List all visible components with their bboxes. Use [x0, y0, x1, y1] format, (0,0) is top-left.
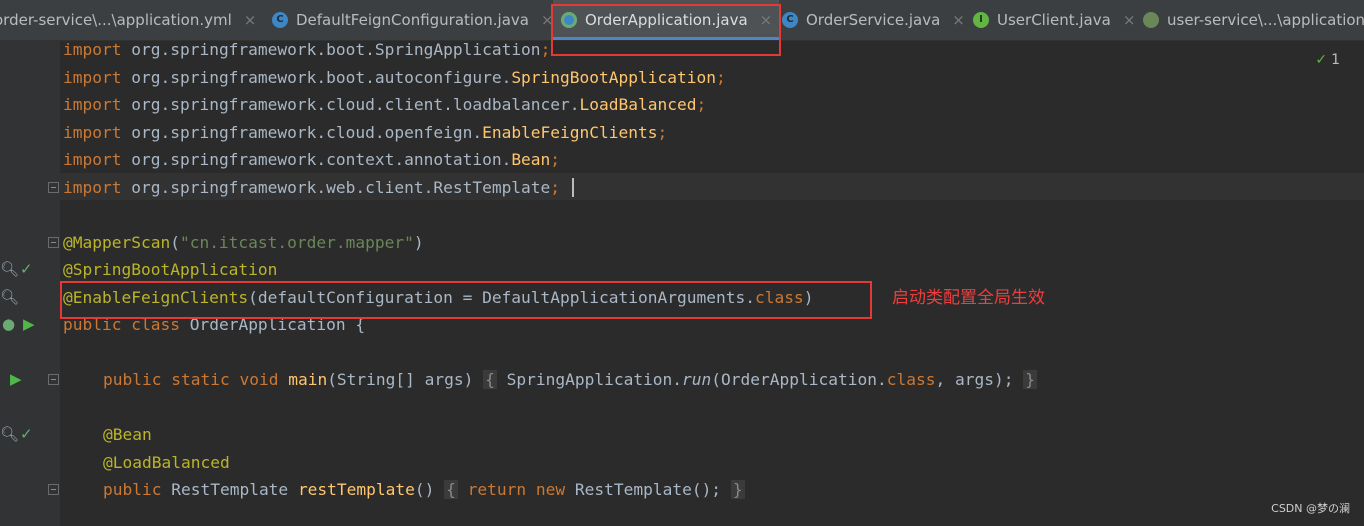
- code-line[interactable]: import org.springframework.boot.autoconf…: [63, 66, 726, 90]
- run-icon[interactable]: ▶: [10, 372, 22, 387]
- code-line[interactable]: import org.springframework.cloud.openfei…: [63, 121, 667, 145]
- close-tab-icon[interactable]: ×: [760, 11, 773, 29]
- close-tab-icon[interactable]: ×: [244, 11, 257, 29]
- code-line[interactable]: @EnableFeignClients(defaultConfiguration…: [63, 286, 813, 310]
- spring-bean-icon[interactable]: ✓: [20, 262, 33, 277]
- fold-marker[interactable]: [48, 484, 59, 495]
- code-line[interactable]: import org.springframework.web.client.Re…: [63, 176, 560, 200]
- tab-label: DefaultFeignConfiguration.java: [296, 11, 529, 29]
- code-line[interactable]: @LoadBalanced: [103, 451, 230, 475]
- inspection-count: 1: [1331, 52, 1340, 68]
- tab-order-service[interactable]: C OrderService.java ×: [782, 0, 965, 40]
- tab-label: OrderService.java: [806, 11, 941, 29]
- code-line[interactable]: @MapperScan("cn.itcast.order.mapper"): [63, 231, 424, 255]
- spring-boot-class-icon: [561, 12, 577, 28]
- fold-marker[interactable]: [48, 182, 59, 193]
- editor-tab-bar: order-service\...\application.yml × C De…: [0, 0, 1364, 41]
- fold-marker[interactable]: [48, 374, 59, 385]
- interface-icon: I: [973, 12, 989, 28]
- code-line[interactable]: public static void main(String[] args) {…: [103, 368, 1037, 392]
- inspection-widget[interactable]: ✓ 1: [1315, 52, 1340, 68]
- code-line[interactable]: import org.springframework.cloud.client.…: [63, 93, 706, 117]
- check-icon: ✓: [1315, 52, 1328, 68]
- text-caret: [572, 178, 574, 197]
- fold-marker[interactable]: [48, 237, 59, 248]
- close-tab-icon[interactable]: ×: [1123, 11, 1136, 29]
- tab-order-application[interactable]: OrderApplication.java ×: [553, 0, 779, 40]
- code-line[interactable]: import org.springframework.context.annot…: [63, 148, 560, 172]
- class-icon: C: [782, 12, 798, 28]
- class-icon: C: [272, 12, 288, 28]
- tab-default-feign-configuration[interactable]: C DefaultFeignConfiguration.java ×: [272, 0, 554, 40]
- annotation-note: 启动类配置全局生效: [892, 288, 1045, 308]
- yaml-icon: [1143, 12, 1159, 28]
- tab-user-service-application-yml[interactable]: user-service\...\application.yml: [1143, 0, 1364, 40]
- tab-label: user-service\...\application.yml: [1167, 11, 1364, 29]
- tab-label: UserClient.java: [997, 11, 1111, 29]
- find-usages-icon[interactable]: 🔍︎: [0, 427, 19, 442]
- close-tab-icon[interactable]: ×: [541, 11, 554, 29]
- find-usages-icon[interactable]: 🔍︎: [0, 262, 19, 277]
- spring-bean-icon[interactable]: ●: [2, 317, 15, 332]
- code-line[interactable]: public RestTemplate restTemplate() { ret…: [103, 478, 745, 502]
- tab-label: OrderApplication.java: [585, 11, 748, 29]
- tab-label: order-service\...\application.yml: [0, 11, 232, 29]
- tab-order-service-application-yml[interactable]: order-service\...\application.yml ×: [0, 0, 256, 40]
- run-icon[interactable]: ▶: [23, 317, 35, 332]
- close-tab-icon[interactable]: ×: [952, 11, 965, 29]
- watermark: CSDN @梦の澜: [1271, 502, 1350, 515]
- code-line[interactable]: @Bean: [103, 423, 152, 447]
- tab-user-client[interactable]: I UserClient.java ×: [973, 0, 1135, 40]
- find-usages-icon[interactable]: 🔍︎: [0, 290, 19, 305]
- code-line[interactable]: import org.springframework.boot.SpringAp…: [63, 38, 550, 62]
- spring-bean-icon[interactable]: ✓: [20, 427, 33, 442]
- code-line[interactable]: public class OrderApplication {: [63, 313, 365, 337]
- code-line[interactable]: @SpringBootApplication: [63, 258, 277, 282]
